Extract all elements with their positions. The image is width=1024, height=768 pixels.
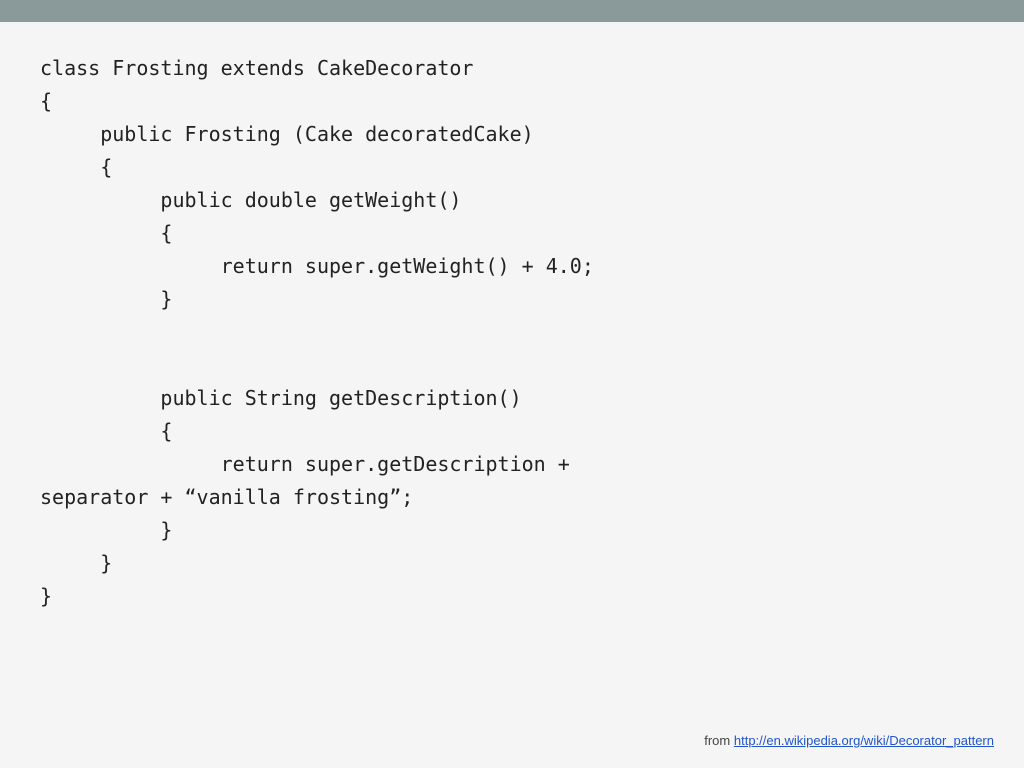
code-line-8: } [40,287,172,311]
code-line-4: { [40,155,112,179]
code-line-6: { [40,221,172,245]
code-line-5: public double getWeight() [40,188,461,212]
top-bar [0,0,1024,22]
code-line-3: public Frosting (Cake decoratedCake) [40,122,534,146]
code-line-13: return super.getDescription + [40,452,570,476]
code-line-11: public String getDescription() [40,386,522,410]
code-line-14: separator + “vanilla frosting”; [40,485,413,509]
code-block: class Frosting extends CakeDecorator { p… [40,52,984,613]
code-line-2: { [40,89,52,113]
code-line-15: } [40,518,172,542]
code-line-12: { [40,419,172,443]
code-line-16: } [40,551,112,575]
code-line-7: return super.getWeight() + 4.0; [40,254,594,278]
content-area: class Frosting extends CakeDecorator { p… [0,22,1024,768]
footer-prefix: from [704,733,734,748]
code-line-1: class Frosting extends CakeDecorator [40,56,473,80]
footer: from http://en.wikipedia.org/wiki/Decora… [704,733,994,748]
code-line-17: } [40,584,52,608]
footer-link[interactable]: http://en.wikipedia.org/wiki/Decorator_p… [734,733,994,748]
